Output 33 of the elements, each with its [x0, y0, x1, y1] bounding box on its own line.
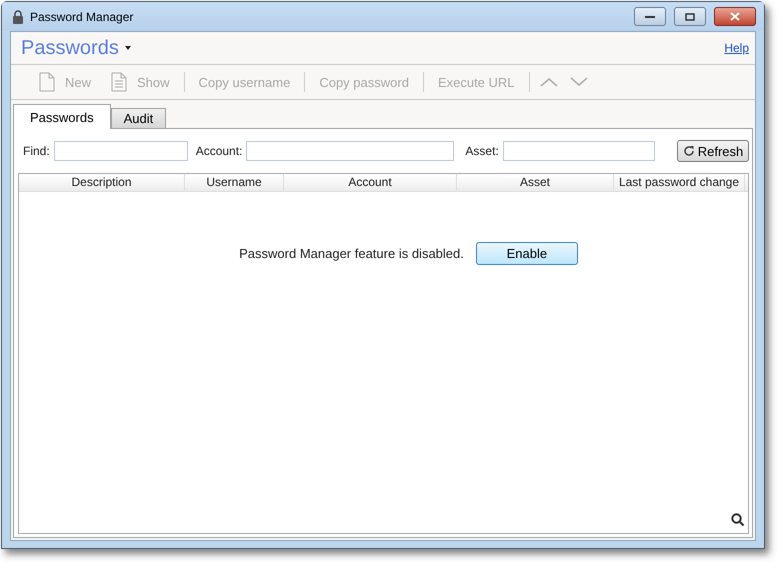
chevron-down-icon: [570, 77, 588, 87]
field-label: Find:: [23, 144, 50, 158]
field-label: Asset:: [465, 144, 499, 158]
document-icon: [111, 72, 128, 92]
help-link[interactable]: Help: [724, 41, 749, 55]
minimize-icon: [645, 14, 655, 18]
refresh-button[interactable]: Refresh: [677, 140, 749, 162]
refresh-icon: [682, 145, 695, 157]
field-label: Account:: [196, 144, 242, 158]
close-icon: [730, 12, 740, 21]
filter-field[interactable]: [54, 141, 188, 161]
column-header[interactable]: Asset: [457, 174, 614, 191]
document-icon: [39, 72, 55, 92]
tab[interactable]: Passwords: [13, 104, 111, 129]
enable-button[interactable]: Enable: [476, 242, 578, 265]
close-button[interactable]: [714, 7, 756, 26]
column-header[interactable]: Last password change: [614, 174, 745, 191]
section-title: Passwords: [21, 36, 119, 60]
maximize-icon: [685, 12, 695, 20]
filter-field[interactable]: [502, 141, 655, 161]
column-header[interactable]: Username: [185, 174, 284, 191]
filter-field[interactable]: [246, 141, 454, 161]
search-icon[interactable]: [731, 513, 745, 527]
column-header[interactable]: Account: [284, 174, 457, 191]
padlock-icon: [12, 10, 24, 24]
maximize-button[interactable]: [674, 7, 706, 26]
chevron-up-icon: [540, 77, 558, 87]
minimize-button[interactable]: [634, 7, 666, 26]
dropdown-caret-icon[interactable]: [124, 46, 131, 50]
status-message: Password Manager feature is disabled.: [239, 246, 464, 261]
tab[interactable]: Audit: [110, 108, 166, 128]
window-title: Password Manager: [30, 10, 134, 24]
column-header[interactable]: Description: [19, 174, 185, 191]
